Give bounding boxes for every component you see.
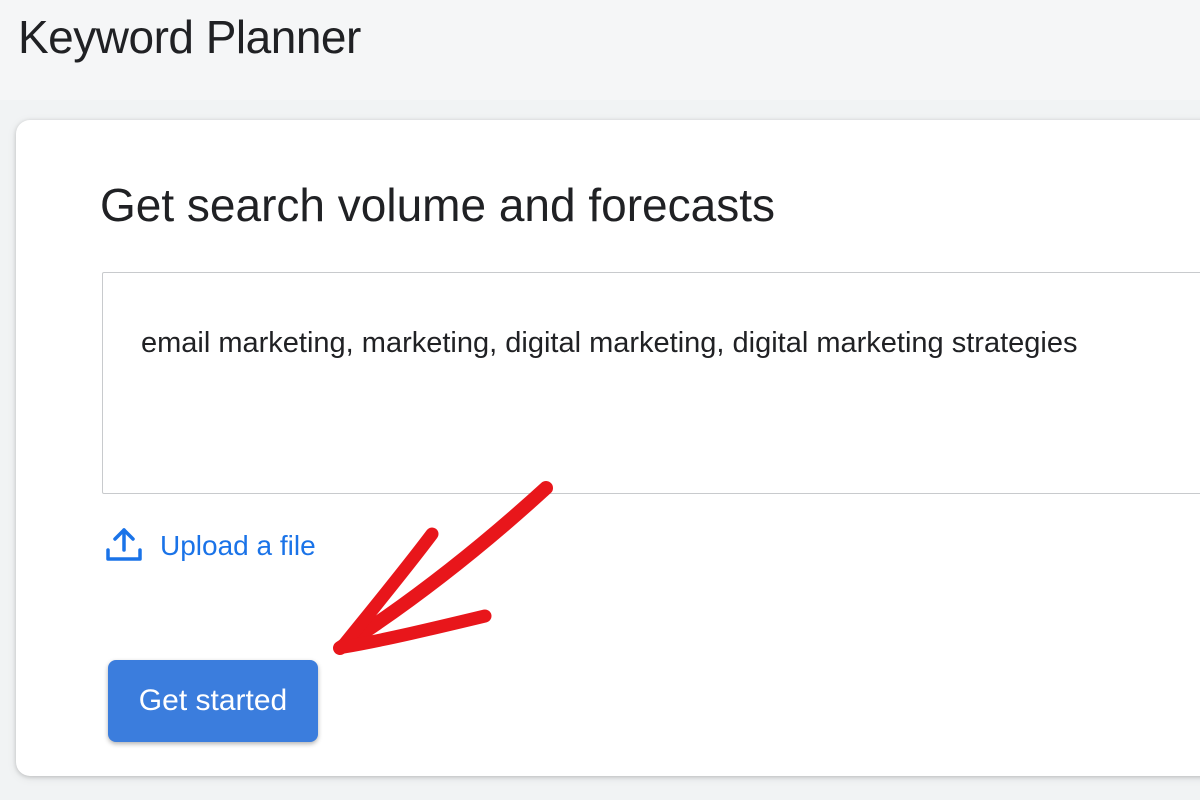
card-title: Get search volume and forecasts: [100, 179, 775, 231]
upload-icon: [104, 526, 144, 566]
page-title: Keyword Planner: [18, 11, 361, 63]
get-started-button[interactable]: Get started: [108, 660, 318, 742]
upload-file-link[interactable]: Upload a file: [104, 526, 316, 566]
keyword-forecast-card: Get search volume and forecasts email ma…: [16, 120, 1200, 776]
upload-file-label: Upload a file: [160, 530, 316, 561]
keywords-input[interactable]: email marketing, marketing, digital mark…: [102, 272, 1200, 494]
keywords-input-value: email marketing, marketing, digital mark…: [141, 327, 1078, 359]
top-bar: Keyword Planner: [0, 0, 1200, 100]
